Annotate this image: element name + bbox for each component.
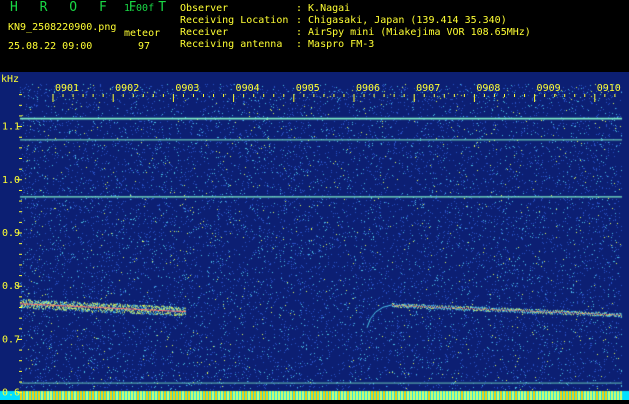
antenna-value: : Maspro FM-3 <box>296 39 375 50</box>
location-label: Receiving Location <box>180 15 289 26</box>
mode-label: meteor <box>124 28 161 39</box>
x-tick-label: 0904 <box>236 83 260 94</box>
x-tick-label: 0907 <box>416 83 440 94</box>
antenna-label: Receiving antenna <box>180 39 283 50</box>
observer-label: Observer <box>180 3 229 14</box>
receiver-label: Receiver <box>180 27 229 38</box>
file-name: KN9_2508220900.png <box>8 22 117 33</box>
x-tick-label: 0906 <box>356 83 380 94</box>
x-tick-label: 0909 <box>537 83 561 94</box>
spectrogram-plot[interactable]: kHz 1.1 1.0 0.9 0.8 0.7 0.6 0901 0902 0903 0904 090… <box>0 72 629 400</box>
mode-count: 97 <box>138 41 151 52</box>
capture-datetime: 25.08.22 09:00 <box>8 41 93 52</box>
x-tick-label: 0910 <box>597 83 621 94</box>
app-version: 1.00f <box>124 3 155 14</box>
observer-value: : K.Nagai <box>296 3 351 14</box>
x-tick-label: 0905 <box>296 83 320 94</box>
x-tick-label: 0908 <box>476 83 500 94</box>
x-tick-label: 0903 <box>175 83 199 94</box>
x-tick-label: 0902 <box>115 83 139 94</box>
header-panel: H R O F F T 1.00f KN9_2508220900.png 25.… <box>0 0 629 72</box>
spectrogram-axes: kHz1.11.00.90.80.70.60901 0902 0903 0904 090… <box>1 74 621 399</box>
receiver-value: : AirSpy mini (Miakejima VOR 108.65MHz) <box>296 27 531 38</box>
location-value: : Chigasaki, Japan (139.414 35.340) <box>296 15 507 26</box>
x-tick-label: 0901 <box>55 83 79 94</box>
y-axis-unit: kHz <box>1 74 19 85</box>
